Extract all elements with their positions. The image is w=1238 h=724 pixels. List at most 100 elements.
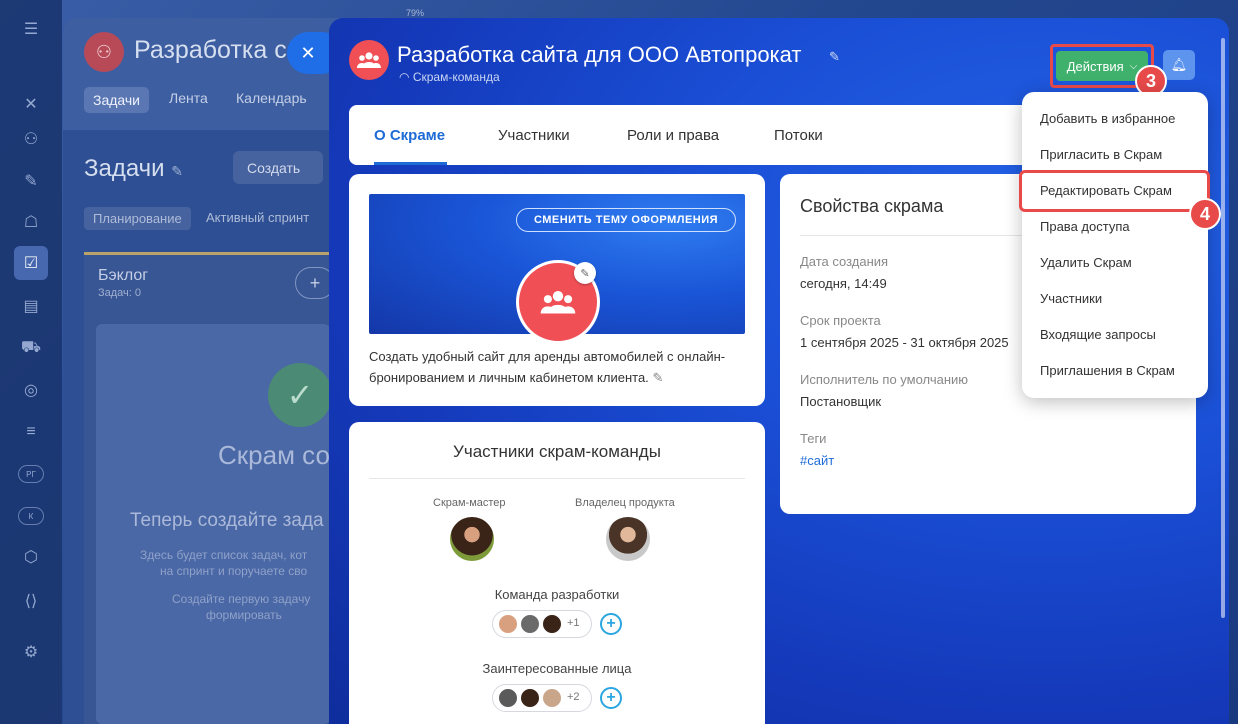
pin-icon[interactable]: ✎ [171,163,183,179]
edit-avatar-icon[interactable]: ✎ [574,262,596,284]
tab-participants[interactable]: Участники [498,127,570,144]
tab-about-scrum[interactable]: О Скраме [374,127,445,144]
stakeholders-extra-count: +2 [567,691,580,703]
menu-item-incoming-requests[interactable]: Входящие запросы [1040,327,1156,342]
assignee-value: Постановщик [800,394,882,409]
bg-empty-small-2: на спринт и поручаете сво [160,564,308,578]
close-icon: ✕ [300,42,316,63]
cart-icon[interactable]: ⛟ [20,337,42,359]
avatar [542,688,562,708]
close-icon[interactable]: ✕ [20,93,42,115]
add-stakeholder-button[interactable]: + [600,687,622,709]
scrum-master-avatar[interactable] [450,517,494,561]
menu-item-delete-scrum[interactable]: Удалить Скрам [1040,255,1132,270]
team-icon [357,52,381,68]
active-tab-indicator [374,162,447,165]
wifi-icon: ◠ [399,70,410,84]
product-owner-label: Владелец продукта [575,497,675,509]
scrum-description: Создать удобный сайт для аренды автомоби… [369,346,749,388]
bg-tab-calendar[interactable]: Календарь [236,90,307,106]
tabs-bar: О Скраме Участники Роли и права Потоки [349,105,1049,165]
menu-item-participants[interactable]: Участники [1040,291,1102,306]
network-icon[interactable]: ⚇ [20,128,42,150]
avatar [520,688,540,708]
document-icon[interactable]: ▤ [20,295,42,317]
bg-subtab-active-sprint[interactable]: Активный спринт [206,210,309,225]
chevron-down-icon: ⌵ [1129,60,1138,72]
product-owner-avatar[interactable] [606,517,650,561]
bg-empty-small-4: формировать [206,608,282,622]
dev-team-extra-count: +1 [567,617,580,629]
code-icon[interactable]: ⟨⟩ [20,590,42,612]
bg-empty-small-3: Создайте первую задачу [172,592,311,606]
scrum-description-text: Создать удобный сайт для аренды автомоби… [369,349,726,385]
scrum-title: Разработка сайта для ООО Автопрокат [397,42,802,67]
stakeholders-label: Заинтересованные лица [482,661,632,676]
dev-team-avatars[interactable]: +1 [492,610,592,638]
bg-group-title: Разработка с [134,36,287,64]
settings-icon[interactable]: ⚙ [20,641,42,663]
change-theme-button[interactable]: СМЕНИТЬ ТЕМУ ОФОРМЛЕНИЯ [516,208,736,232]
bell-icon: 🔔︎ [1170,57,1188,72]
bg-subtab-planning[interactable]: Планирование [84,207,191,230]
stakeholders-avatars[interactable]: +2 [492,684,592,712]
bg-empty-title: Скрам со [218,440,330,470]
rail-pill-k[interactable]: К [18,507,44,525]
scrollbar[interactable] [1221,38,1225,618]
bg-empty-line: Теперь создайте зада [130,510,324,531]
properties-title: Свойства скрама [800,196,944,216]
tags-label: Теги [800,431,827,446]
actions-menu: Добавить в избранное Пригласить в Скрам … [1022,92,1208,398]
menu-item-access-rights[interactable]: Права доступа [1040,219,1130,234]
bg-create-button[interactable]: Создать [233,151,323,184]
created-value: сегодня, 14:49 [800,276,887,291]
bg-empty-small-1: Здесь будет список задач, кот [140,548,308,562]
bg-backlog-count: Задач: 0 [98,287,142,299]
team-icon [540,291,576,314]
bg-section-title-text: Задачи [84,155,165,182]
menu-item-invite[interactable]: Пригласить в Скрам [1040,147,1162,162]
bg-backlog-title: Бэклог [98,267,149,284]
notifications-button[interactable]: 🔔︎ [1163,50,1195,80]
add-developer-button[interactable]: + [600,613,622,635]
bg-tab-feed[interactable]: Лента [169,90,208,106]
edit-description-icon[interactable]: ✎ [652,370,663,385]
bg-group-avatar: ⚇ [84,32,124,72]
assignee-label: Исполнитель по умолчанию [800,372,969,387]
checkmark-icon: ✓ [268,363,332,427]
team-card-title: Участники скрам-команды [453,442,661,461]
term-value: 1 сентября 2025 - 31 октября 2025 [800,335,1009,350]
rail-pill-rg[interactable]: РГ [18,465,44,483]
left-rail: ☰ ✕ ⚇ ✎ ☖ ☑ ▤ ⛟ ◎ ≡ РГ К ⬡ ⟨⟩ ⚙ [0,0,62,724]
pen-icon[interactable]: ✎ [20,170,42,192]
avatar [542,614,562,634]
bg-section-title: Задачи ✎ [84,155,183,183]
bg-tab-tasks[interactable]: Задачи [84,87,150,113]
actions-button[interactable]: Действия ⌵ [1056,51,1148,81]
divider [800,235,1030,236]
filter-icon[interactable]: ≡ [20,421,42,443]
avatar [498,614,518,634]
divider [369,478,745,479]
menu-icon[interactable]: ☰ [20,18,42,40]
menu-item-add-favorite[interactable]: Добавить в избранное [1040,111,1175,126]
tag-link[interactable]: #сайт [800,453,834,468]
edit-title-icon[interactable]: ✎ [829,49,840,65]
scrum-subtitle: ◠ Скрам-команда [399,70,500,84]
created-label: Дата создания [800,254,889,269]
tasks-icon[interactable]: ☑ [14,246,48,280]
team-card: Участники скрам-команды Скрам-мастер Вла… [349,422,765,724]
avatar [498,688,518,708]
dev-team-label: Команда разработки [494,587,620,602]
tab-flows[interactable]: Потоки [774,127,823,144]
tab-roles-rights[interactable]: Роли и права [627,127,719,144]
step-badge-4: 4 [1189,198,1221,230]
percent-indicator: 79% [406,8,425,18]
about-card: СМЕНИТЬ ТЕМУ ОФОРМЛЕНИЯ ✎ Создать удобны… [349,174,765,406]
scrum-subtitle-text: Скрам-команда [412,70,500,84]
robot-icon[interactable]: ☖ [20,211,42,233]
target-icon[interactable]: ◎ [20,379,42,401]
menu-item-invitations[interactable]: Приглашения в Скрам [1040,363,1175,378]
cube-icon[interactable]: ⬡ [20,546,42,568]
edit-scrum-highlight [1019,170,1210,212]
